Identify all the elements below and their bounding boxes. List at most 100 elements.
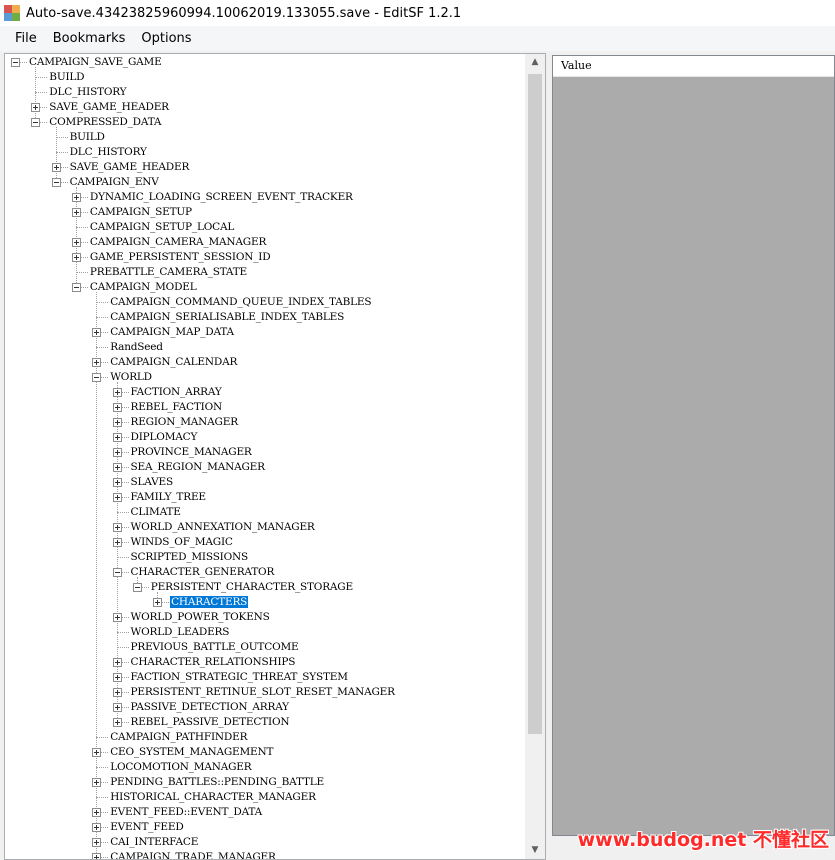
- tree-node[interactable]: CHARACTERS: [169, 595, 250, 610]
- expand-plus-icon[interactable]: [92, 778, 102, 787]
- expand-plus-icon[interactable]: [51, 163, 61, 172]
- collapse-minus-icon[interactable]: [11, 58, 20, 67]
- tree-node[interactable]: CAMPAIGN_SAVE_GAME: [28, 55, 163, 70]
- tree-node[interactable]: CAMPAIGN_CAMERA_MANAGER: [89, 235, 267, 250]
- tree-node[interactable]: COMPRESSED_DATA: [48, 115, 162, 130]
- expand-plus-icon[interactable]: [112, 433, 122, 442]
- expand-plus-icon[interactable]: [92, 808, 102, 817]
- expand-plus-icon[interactable]: [71, 193, 81, 202]
- tree-node[interactable]: CAMPAIGN_CALENDAR: [109, 355, 238, 370]
- tree-node[interactable]: PERSISTENT_CHARACTER_STORAGE: [150, 580, 354, 595]
- collapse-minus-icon[interactable]: [51, 178, 61, 187]
- tree-node[interactable]: CAMPAIGN_MODEL: [89, 280, 198, 295]
- collapse-minus-icon[interactable]: [132, 583, 142, 592]
- scroll-down-arrow-icon[interactable]: ▼: [525, 842, 545, 859]
- tree-node[interactable]: PROVINCE_MANAGER: [130, 445, 253, 460]
- expand-plus-icon[interactable]: [112, 658, 122, 667]
- expand-plus-icon[interactable]: [112, 403, 122, 412]
- collapse-minus-icon[interactable]: [71, 283, 81, 292]
- tree-node[interactable]: CEO_SYSTEM_MANAGEMENT: [109, 745, 274, 760]
- tree-node[interactable]: WINDS_OF_MAGIC: [130, 535, 234, 550]
- tree-node[interactable]: SLAVES: [130, 475, 174, 490]
- tree-node[interactable]: CAI_INTERFACE: [109, 835, 199, 850]
- menu-bookmarks[interactable]: Bookmarks: [46, 28, 133, 50]
- tree-node[interactable]: SAVE_GAME_HEADER: [48, 100, 170, 115]
- tree-node[interactable]: HISTORICAL_CHARACTER_MANAGER: [109, 790, 317, 805]
- tree-node[interactable]: CHARACTER_GENERATOR: [130, 565, 276, 580]
- tree-node[interactable]: WORLD_POWER_TOKENS: [130, 610, 271, 625]
- expand-plus-icon[interactable]: [112, 463, 122, 472]
- tree-node[interactable]: WORLD_ANNEXATION_MANAGER: [130, 520, 316, 535]
- expand-plus-icon[interactable]: [112, 538, 122, 547]
- expand-plus-icon[interactable]: [112, 448, 122, 457]
- expand-plus-icon[interactable]: [112, 478, 122, 487]
- tree-node[interactable]: CLIMATE: [130, 505, 182, 520]
- expand-plus-icon[interactable]: [92, 748, 102, 757]
- tree-node[interactable]: REBEL_PASSIVE_DETECTION: [130, 715, 291, 730]
- tree-node[interactable]: EVENT_FEED::EVENT_DATA: [109, 805, 263, 820]
- tree-node[interactable]: WORLD_LEADERS: [130, 625, 231, 640]
- expand-plus-icon[interactable]: [112, 388, 122, 397]
- tree-node[interactable]: DIPLOMACY: [130, 430, 199, 445]
- tree-node[interactable]: FACTION_ARRAY: [130, 385, 223, 400]
- tree-node[interactable]: FACTION_STRATEGIC_THREAT_SYSTEM: [130, 670, 349, 685]
- value-column-header[interactable]: Value: [553, 56, 834, 77]
- tree-scrollbar[interactable]: ▲ ▼: [525, 54, 545, 859]
- tree-node[interactable]: BUILD: [48, 70, 85, 85]
- expand-plus-icon[interactable]: [71, 238, 81, 247]
- save-tree-view[interactable]: CAMPAIGN_SAVE_GAME BUILD DLC_HISTORY SAVE_G…: [4, 53, 546, 860]
- expand-plus-icon[interactable]: [112, 418, 122, 427]
- expand-plus-icon[interactable]: [92, 853, 102, 859]
- tree-node[interactable]: REBEL_FACTION: [130, 400, 224, 415]
- expand-plus-icon[interactable]: [92, 358, 102, 367]
- tree-node[interactable]: PERSISTENT_RETINUE_SLOT_RESET_MANAGER: [130, 685, 396, 700]
- collapse-minus-icon[interactable]: [92, 373, 102, 382]
- expand-plus-icon[interactable]: [92, 838, 102, 847]
- tree-node[interactable]: DYNAMIC_LOADING_SCREEN_EVENT_TRACKER: [89, 190, 354, 205]
- menu-file[interactable]: File: [8, 28, 44, 50]
- tree-node[interactable]: WORLD: [109, 370, 153, 385]
- expand-plus-icon[interactable]: [31, 103, 41, 112]
- tree-node[interactable]: CAMPAIGN_ENV: [69, 175, 160, 190]
- expand-plus-icon[interactable]: [71, 253, 81, 262]
- tree-node[interactable]: CAMPAIGN_COMMAND_QUEUE_INDEX_TABLES: [109, 295, 372, 310]
- expand-plus-icon[interactable]: [71, 208, 81, 217]
- scroll-up-arrow-icon[interactable]: ▲: [525, 54, 545, 71]
- tree-node[interactable]: CHARACTER_RELATIONSHIPS: [130, 655, 297, 670]
- tree-node[interactable]: CAMPAIGN_TRADE_MANAGER: [109, 850, 277, 859]
- expand-plus-icon[interactable]: [112, 718, 122, 727]
- tree-node[interactable]: CAMPAIGN_SERIALISABLE_INDEX_TABLES: [109, 310, 345, 325]
- menu-options[interactable]: Options: [134, 28, 198, 50]
- tree-node[interactable]: RandSeed: [109, 340, 164, 355]
- expand-plus-icon[interactable]: [112, 493, 122, 502]
- tree-node[interactable]: FAMILY_TREE: [130, 490, 207, 505]
- tree-node[interactable]: CAMPAIGN_SETUP_LOCAL: [89, 220, 235, 235]
- expand-plus-icon[interactable]: [112, 703, 122, 712]
- tree-node[interactable]: CAMPAIGN_PATHFINDER: [109, 730, 248, 745]
- collapse-minus-icon[interactable]: [112, 568, 122, 577]
- tree-node[interactable]: EVENT_FEED: [109, 820, 184, 835]
- expand-plus-icon[interactable]: [112, 613, 122, 622]
- expand-plus-icon[interactable]: [112, 673, 122, 682]
- scroll-thumb[interactable]: [528, 74, 542, 734]
- tree-node[interactable]: SEA_REGION_MANAGER: [130, 460, 266, 475]
- tree-node[interactable]: DLC_HISTORY: [48, 85, 127, 100]
- tree-node[interactable]: CAMPAIGN_MAP_DATA: [109, 325, 235, 340]
- expand-plus-icon[interactable]: [92, 823, 102, 832]
- tree-node[interactable]: BUILD: [69, 130, 106, 145]
- tree-node[interactable]: SAVE_GAME_HEADER: [69, 160, 191, 175]
- expand-plus-icon[interactable]: [92, 328, 102, 337]
- tree-node[interactable]: LOCOMOTION_MANAGER: [109, 760, 252, 775]
- expand-plus-icon[interactable]: [112, 523, 122, 532]
- expand-plus-icon[interactable]: [112, 688, 122, 697]
- tree-node[interactable]: PASSIVE_DETECTION_ARRAY: [130, 700, 290, 715]
- tree-node[interactable]: REGION_MANAGER: [130, 415, 239, 430]
- expand-plus-icon[interactable]: [153, 598, 163, 607]
- tree-node[interactable]: DLC_HISTORY: [69, 145, 148, 160]
- tree-node[interactable]: PREVIOUS_BATTLE_OUTCOME: [130, 640, 300, 655]
- tree-node[interactable]: PENDING_BATTLES::PENDING_BATTLE: [109, 775, 325, 790]
- tree-node[interactable]: PREBATTLE_CAMERA_STATE: [89, 265, 248, 280]
- collapse-minus-icon[interactable]: [31, 118, 41, 127]
- tree-node[interactable]: GAME_PERSISTENT_SESSION_ID: [89, 250, 272, 265]
- tree-node[interactable]: SCRIPTED_MISSIONS: [130, 550, 250, 565]
